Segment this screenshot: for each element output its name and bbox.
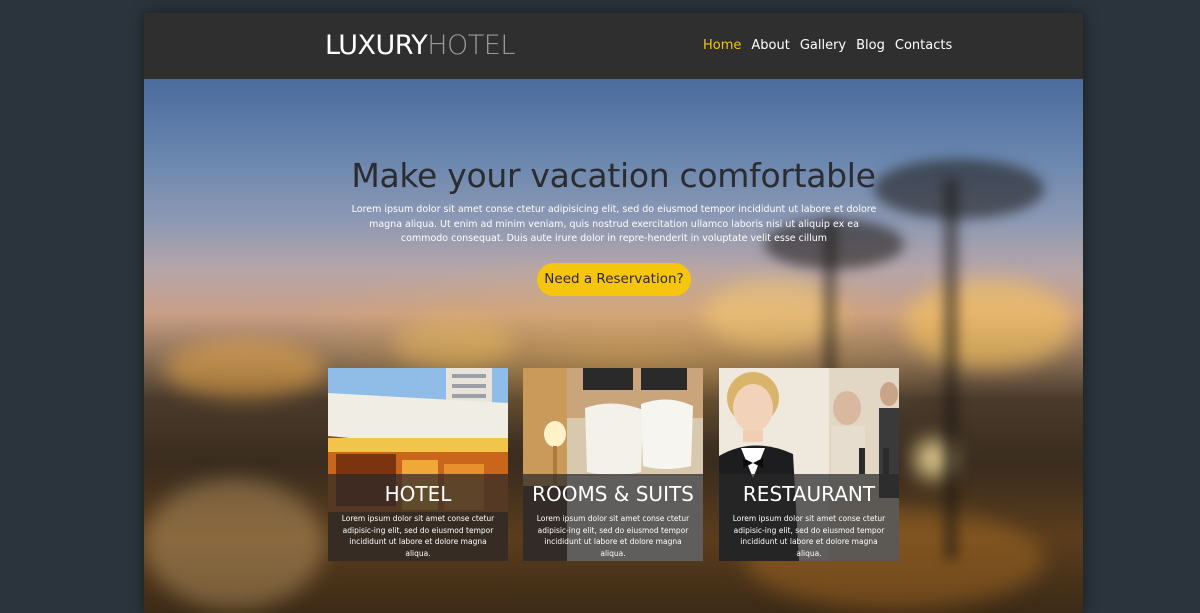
- background-light: [704, 279, 844, 349]
- main-nav: Home About Gallery Blog Contacts: [703, 37, 952, 55]
- background-light: [144, 479, 324, 609]
- nav-item-contacts[interactable]: Contacts: [895, 37, 952, 55]
- card-title: RESTAURANT: [742, 482, 876, 506]
- hero-title: Make your vacation comfortable: [351, 156, 876, 195]
- card-hotel[interactable]: HOTEL Lorem ipsum dolor sit amet conse c…: [328, 368, 508, 561]
- nav-item-about[interactable]: About: [751, 37, 789, 55]
- background-light: [914, 439, 954, 479]
- site-frame: LUXURYHOTEL Home About Gallery Blog Cont…: [144, 13, 1083, 613]
- nav-item-blog[interactable]: Blog: [856, 37, 885, 55]
- hero-description: Lorem ipsum dolor sit amet conse ctetur …: [351, 204, 877, 244]
- feature-cards: HOTEL Lorem ipsum dolor sit amet conse c…: [328, 368, 899, 561]
- nav-item-gallery[interactable]: Gallery: [800, 37, 846, 55]
- reservation-button[interactable]: Need a Reservation?: [537, 263, 691, 296]
- card-title: ROOMS & SUITS: [532, 482, 694, 506]
- logo[interactable]: LUXURYHOTEL: [325, 29, 515, 63]
- hero-section: Make your vacation comfortable Lorem ips…: [144, 79, 1083, 613]
- card-text: Lorem ipsum dolor sit amet conse ctetur …: [732, 514, 886, 558]
- card-text: Lorem ipsum dolor sit amet conse ctetur …: [341, 514, 495, 558]
- logo-part-luxury: LUXURY: [325, 30, 428, 61]
- site-header: LUXURYHOTEL Home About Gallery Blog Cont…: [144, 13, 1083, 79]
- background-light: [164, 339, 324, 399]
- background-palm: [944, 179, 958, 559]
- card-text: Lorem ipsum dolor sit amet conse ctetur …: [536, 514, 690, 558]
- nav-item-home[interactable]: Home: [703, 37, 741, 55]
- background-light: [904, 279, 1074, 369]
- logo-part-hotel: HOTEL: [427, 30, 515, 61]
- background-light: [394, 319, 514, 369]
- card-restaurant[interactable]: RESTAURANT Lorem ipsum dolor sit amet co…: [719, 368, 899, 561]
- card-rooms-suits[interactable]: ROOMS & SUITS Lorem ipsum dolor sit amet…: [523, 368, 703, 561]
- card-title: HOTEL: [384, 482, 452, 506]
